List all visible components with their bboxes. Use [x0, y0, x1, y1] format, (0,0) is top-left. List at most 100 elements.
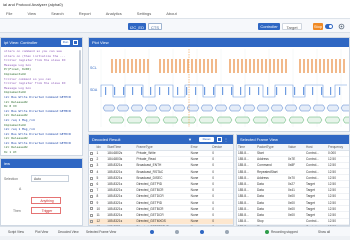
- selection-label: Selection: [4, 177, 18, 181]
- menu-view[interactable]: View: [27, 11, 36, 16]
- row-checkbox[interactable]: [90, 201, 93, 205]
- scl-pulse: [195, 59, 197, 73]
- controller-packet: [326, 104, 340, 112]
- sda-trace: [100, 84, 347, 98]
- show-all-link[interactable]: Show all: [318, 230, 330, 234]
- status-selected-frame-view[interactable]: Selected Frame View: [86, 230, 116, 234]
- more-icon[interactable]: ⋮: [224, 137, 229, 142]
- scl-pulse: [171, 59, 173, 73]
- stop-button[interactable]: Stop: [313, 23, 323, 30]
- action-field[interactable]: Trigger: [31, 207, 61, 214]
- target-packet: [216, 116, 233, 124]
- frame-table: Time PacketType Value Host Frequency 185.8..…: [237, 144, 349, 231]
- row-checkbox[interactable]: [90, 195, 93, 199]
- row-checkbox[interactable]: [90, 176, 93, 180]
- filter-icon[interactable]: ▼: [188, 137, 193, 142]
- reset-button[interactable]: Reset: [199, 137, 214, 142]
- row-checkbox[interactable]: [90, 170, 93, 174]
- status-plot-view[interactable]: Plot View: [35, 230, 48, 234]
- scl-pulse: [323, 59, 325, 73]
- script-editor[interactable]: ollers on command so you can see ollers o…: [1, 47, 82, 153]
- row-checkbox[interactable]: [90, 164, 93, 168]
- then-label: Then: [13, 209, 21, 213]
- scl-pulse: [163, 59, 165, 73]
- scl-pulse: [119, 59, 121, 73]
- status-dot-icon: [200, 230, 204, 234]
- scl-pulse: [343, 59, 345, 73]
- target-packet: [162, 116, 179, 124]
- row-checkbox[interactable]: [90, 157, 93, 161]
- scl-pulse: [159, 59, 161, 73]
- script-scrollbar[interactable]: [79, 50, 81, 84]
- menu-settings[interactable]: Settings: [137, 11, 151, 16]
- scl-pulse: [233, 59, 235, 73]
- trigger-view-header: iew: [1, 159, 82, 168]
- scl-pulse: [175, 59, 177, 73]
- decoded-result-header: Decoded Result ▼ Reset ⋮: [89, 135, 233, 144]
- menu-report[interactable]: Report: [79, 11, 91, 16]
- scl-pulse: [199, 59, 201, 73]
- status-decoded-view[interactable]: Decoded View: [58, 230, 79, 234]
- scl-pulse: [203, 59, 205, 73]
- target-packet: [342, 116, 349, 124]
- row-checkbox[interactable]: [90, 188, 93, 192]
- scl-pulse: [307, 59, 309, 73]
- scl-pulse: [281, 59, 283, 73]
- sda-bit: [213, 87, 215, 95]
- scl-pulse: [257, 59, 259, 73]
- min-label: A: [19, 187, 22, 191]
- menu-search[interactable]: Search: [51, 11, 64, 16]
- scl-pulse: [211, 59, 213, 73]
- script-line: i2c Bus Write Directed Command:GETPCR: [4, 94, 71, 99]
- window-title: ial and Protocol Analyzer (alpha0): [0, 0, 350, 9]
- copy-icon[interactable]: [73, 40, 78, 45]
- sda-bit: [105, 87, 107, 95]
- target-packet: [324, 116, 341, 124]
- controller-packet: [228, 104, 242, 112]
- run-button[interactable]: Run: [61, 40, 70, 45]
- row-checkbox[interactable]: [90, 207, 93, 211]
- row-checkbox[interactable]: [90, 213, 93, 217]
- sda-bit: [231, 87, 233, 95]
- status-script-view[interactable]: Script View: [8, 230, 24, 234]
- selected-frame-panel: Selected Frame View Time PacketType Value H…: [236, 134, 350, 231]
- menu-file[interactable]: File: [6, 11, 12, 16]
- protocol-tab-cts[interactable]: CTS: [148, 23, 162, 30]
- scl-pulse: [167, 59, 169, 73]
- sda-bit: [303, 87, 305, 95]
- sda-bit: [321, 87, 323, 95]
- scl-pulse: [327, 59, 329, 73]
- selected-frame-title: Selected Frame View: [240, 137, 278, 142]
- download-icon[interactable]: [217, 137, 222, 142]
- script-view-panel: ipt View: Controller Run ollers on comma…: [0, 37, 83, 156]
- scl-pulse: [135, 59, 137, 73]
- sda-bit: [168, 87, 170, 95]
- row-checkbox[interactable]: [90, 219, 93, 223]
- plot-view-title: Plot View: [92, 40, 109, 45]
- target-packet: [144, 116, 161, 124]
- controller-button[interactable]: Controller: [258, 23, 280, 30]
- protocol-tab-i2c[interactable]: I2C_ED: [128, 23, 146, 30]
- record-toggle[interactable]: [325, 24, 333, 29]
- menu-analytics[interactable]: Analytics: [106, 11, 122, 16]
- selection-dropdown[interactable]: Auto: [31, 175, 69, 182]
- scl-pulse: [191, 59, 193, 73]
- sda-bit: [294, 87, 296, 95]
- controller-packet: [172, 104, 186, 112]
- controller-packet: [284, 104, 298, 112]
- row-checkbox[interactable]: [90, 151, 93, 155]
- scl-pulse: [143, 59, 145, 73]
- scl-pulse: [139, 59, 141, 73]
- menu-about[interactable]: About: [166, 11, 176, 16]
- scl-pulse: [115, 59, 117, 73]
- scl-pulse: [285, 59, 287, 73]
- waveform-plot[interactable]: SCL SDA: [89, 47, 349, 131]
- condition-field[interactable]: Anything: [31, 197, 61, 204]
- sda-bit: [204, 87, 206, 95]
- script-line: 0x 1 Ut: [4, 150, 17, 153]
- row-checkbox[interactable]: [90, 182, 93, 186]
- scl-pulse: [207, 59, 209, 73]
- controller-packet: [242, 104, 256, 112]
- target-button[interactable]: Target: [282, 23, 302, 30]
- settings-icon[interactable]: [338, 23, 345, 30]
